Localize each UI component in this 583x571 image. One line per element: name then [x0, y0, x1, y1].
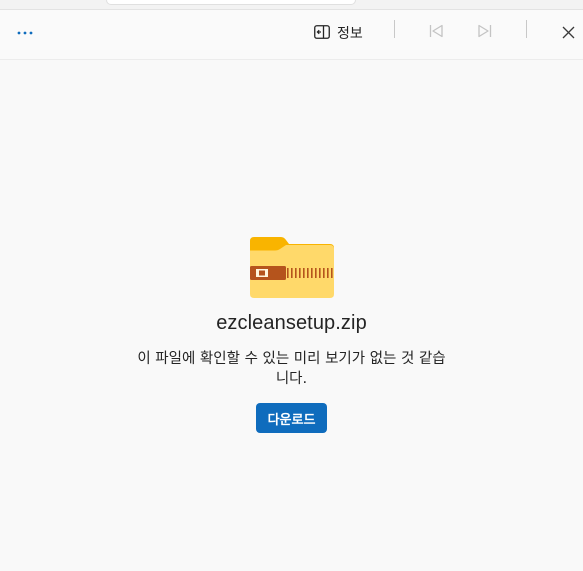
close-icon — [562, 24, 575, 43]
no-preview-panel: ezcleansetup.zip 이 파일에 확인할 수 있는 미리 보기가 없… — [0, 235, 583, 433]
download-button[interactable]: 다운로드 — [255, 403, 328, 433]
more-options-button[interactable] — [12, 21, 38, 45]
skip-previous-icon — [428, 23, 444, 43]
toolbar-divider — [526, 20, 527, 38]
preview-toolbar: 정보 — [0, 10, 583, 60]
info-button[interactable]: 정보 — [308, 19, 369, 47]
zip-folder-icon — [249, 235, 335, 299]
toolbar-divider — [394, 20, 395, 38]
next-file-button[interactable] — [473, 22, 497, 44]
window-top-edge — [0, 0, 583, 10]
previous-file-button[interactable] — [424, 22, 448, 44]
panel-left-icon — [314, 24, 330, 43]
file-name: ezcleansetup.zip — [216, 312, 367, 334]
more-horizontal-icon — [17, 31, 33, 35]
browser-tab-edge — [106, 0, 356, 5]
info-button-label: 정보 — [337, 26, 363, 42]
no-preview-message: 이 파일에 확인할 수 있는 미리 보기가 없는 것 같습니다. — [137, 351, 446, 387]
skip-next-icon — [477, 23, 493, 43]
close-button[interactable] — [556, 22, 580, 44]
